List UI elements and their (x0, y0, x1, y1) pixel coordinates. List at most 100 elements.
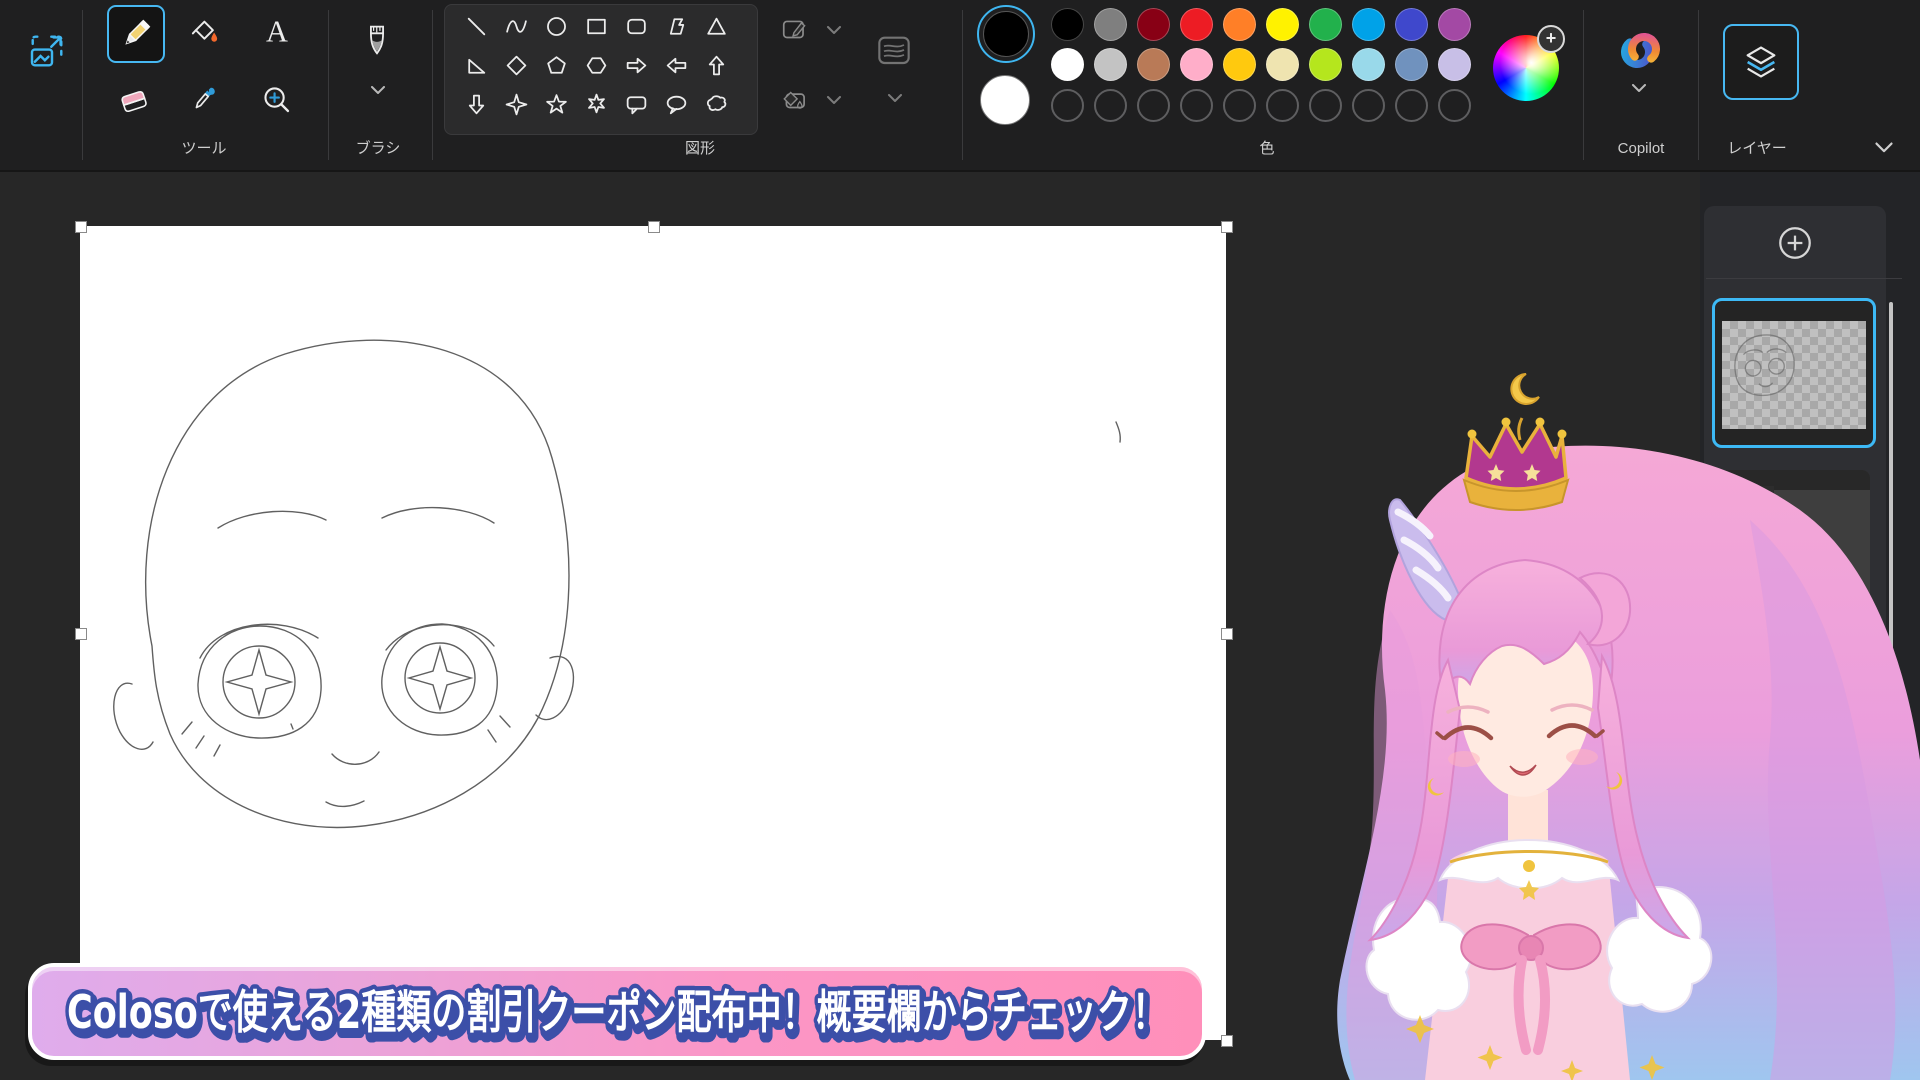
shape-curve[interactable] (496, 7, 536, 46)
shape-callout-oval[interactable] (656, 85, 696, 124)
shape-hexagon[interactable] (576, 46, 616, 85)
shape-star-5[interactable] (536, 85, 576, 124)
custom-color-slot-7[interactable] (1309, 89, 1342, 122)
ribbon-collapse-chevron[interactable] (1874, 142, 1894, 154)
canvas-handle-right-middle[interactable] (1221, 628, 1233, 640)
character-right-sleeve (1607, 887, 1711, 1012)
shape-line[interactable] (456, 7, 496, 46)
palette-color-7092be[interactable] (1395, 48, 1428, 81)
shape-star-4[interactable] (496, 85, 536, 124)
shape-squiggle[interactable] (456, 124, 496, 135)
layer-thumbnail-2[interactable] (1718, 470, 1870, 614)
shape-outline-chevron[interactable] (826, 26, 842, 35)
paint-canvas[interactable] (80, 226, 1226, 1040)
add-color-icon: + (1537, 25, 1565, 53)
palette-color-ffc90e[interactable] (1223, 48, 1256, 81)
shape-arrow-right[interactable] (616, 46, 656, 85)
shapes-group-label: 図形 (650, 138, 750, 160)
palette-color-c3c3c3[interactable] (1094, 48, 1127, 81)
shape-rectangle[interactable] (576, 7, 616, 46)
tool-text-button[interactable]: A (252, 7, 302, 57)
custom-color-slot-8[interactable] (1352, 89, 1385, 122)
palette-color-880015[interactable] (1137, 8, 1170, 41)
color1-swatch[interactable] (977, 5, 1035, 63)
shape-star-6[interactable] (576, 85, 616, 124)
copilot-chevron[interactable] (1631, 84, 1647, 93)
shape-arrow-up[interactable] (696, 46, 736, 85)
shape-rounded-rectangle[interactable] (616, 7, 656, 46)
shape-triangle-icon (704, 14, 729, 39)
stroke-width-icon (873, 31, 915, 71)
custom-color-slot-4[interactable] (1180, 89, 1213, 122)
palette-color-ff7f27[interactable] (1223, 8, 1256, 41)
shapes-gallery (444, 4, 758, 135)
shape-callout-cloud[interactable] (696, 85, 736, 124)
palette-color-b5e61d[interactable] (1309, 48, 1342, 81)
canvas-handle-top-center[interactable] (648, 221, 660, 233)
shape-fill-chevron[interactable] (826, 96, 842, 105)
custom-color-slot-1[interactable] (1051, 89, 1084, 122)
tool-eraser-button[interactable] (109, 75, 159, 125)
color2-swatch[interactable] (980, 75, 1030, 125)
add-layer-button[interactable] (1778, 226, 1812, 260)
layer-thumbnail-1[interactable] (1712, 298, 1876, 448)
palette-color-000000[interactable] (1051, 8, 1084, 41)
canvas-handle-top-right[interactable] (1221, 221, 1233, 233)
tool-magnifier-button[interactable] (252, 75, 302, 125)
tool-fill-button[interactable] (180, 7, 230, 57)
tool-pencil-button[interactable] (107, 5, 165, 63)
palette-color-a349a4[interactable] (1438, 8, 1471, 41)
palette-color-7f7f7f[interactable] (1094, 8, 1127, 41)
custom-color-slot-6[interactable] (1266, 89, 1299, 122)
custom-color-slot-2[interactable] (1094, 89, 1127, 122)
brushes-group-label: ブラシ (328, 138, 428, 160)
character-dress (1425, 844, 1630, 1080)
palette-color-c8bfe7[interactable] (1438, 48, 1471, 81)
shape-diamond[interactable] (496, 46, 536, 85)
canvas-handle-bottom-right[interactable] (1221, 1035, 1233, 1047)
eraser-icon (117, 83, 151, 117)
layers-panel-scrollbar[interactable] (1889, 302, 1893, 1072)
shape-pentagon[interactable] (536, 46, 576, 85)
palette-color-b97a57[interactable] (1137, 48, 1170, 81)
palette-color-3f48cc[interactable] (1395, 8, 1428, 41)
custom-color-slot-5[interactable] (1223, 89, 1256, 122)
stroke-width-button[interactable] (868, 28, 920, 74)
canvas-handle-left-middle[interactable] (75, 628, 87, 640)
shape-arrow-right-icon (624, 53, 649, 78)
brush-dropdown-chevron[interactable] (370, 86, 386, 95)
palette-color-ffffff[interactable] (1051, 48, 1084, 81)
shape-polygon[interactable] (656, 7, 696, 46)
custom-color-slot-10[interactable] (1438, 89, 1471, 122)
stroke-width-chevron[interactable] (887, 94, 903, 103)
custom-color-slot-3[interactable] (1137, 89, 1170, 122)
palette-color-fff200[interactable] (1266, 8, 1299, 41)
palette-color-efe4b0[interactable] (1266, 48, 1299, 81)
tool-eyedropper-button[interactable] (180, 75, 230, 125)
palette-color-22b14c[interactable] (1309, 8, 1342, 41)
shape-outline-button[interactable] (772, 12, 818, 48)
custom-color-slot-9[interactable] (1395, 89, 1428, 122)
color-wheel-button[interactable]: + (1493, 35, 1559, 101)
layer-thumbnail-3[interactable] (1718, 644, 1870, 790)
shape-right-triangle[interactable] (456, 46, 496, 85)
shape-oval[interactable] (536, 7, 576, 46)
layers-panel-toggle-button[interactable] (1723, 24, 1799, 100)
canvas-handle-top-left[interactable] (75, 221, 87, 233)
palette-color-ffaec9[interactable] (1180, 48, 1213, 81)
shape-curve-small[interactable] (496, 124, 536, 135)
paint-app-window: A ツール ブラシ (0, 0, 1920, 1080)
shape-fill-button[interactable] (772, 82, 818, 118)
copilot-icon (1617, 28, 1663, 74)
shape-arrow-down[interactable] (456, 85, 496, 124)
shape-callout-rounded[interactable] (616, 85, 656, 124)
shape-triangle[interactable] (696, 7, 736, 46)
copilot-button[interactable] (1615, 26, 1665, 76)
brush-tool-button[interactable] (352, 18, 402, 68)
resize-image-button[interactable] (22, 26, 72, 76)
shape-arrow-left[interactable] (656, 46, 696, 85)
palette-color-00a2e8[interactable] (1352, 8, 1385, 41)
palette-color-ed1c24[interactable] (1180, 8, 1213, 41)
colors-group-label: 色 (1217, 138, 1317, 160)
palette-color-99d9ea[interactable] (1352, 48, 1385, 81)
